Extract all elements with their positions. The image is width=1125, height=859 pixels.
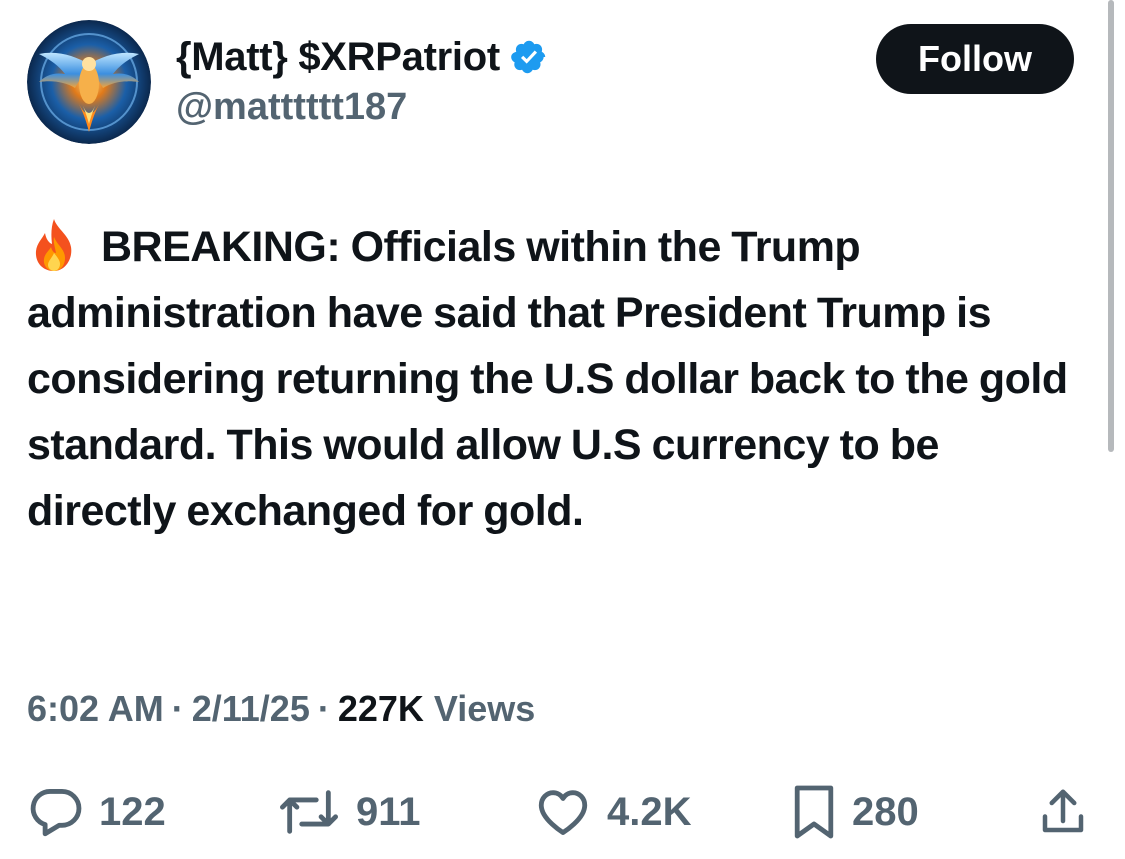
- tweet-meta: 6:02 AM · 2/11/25 · 227K Views: [27, 688, 535, 730]
- scrollbar[interactable]: [1108, 0, 1114, 452]
- fire-icon: [35, 219, 72, 271]
- reply-icon: [30, 789, 82, 837]
- tweet-time[interactable]: 6:02 AM: [27, 688, 164, 729]
- views-label: Views: [433, 688, 536, 729]
- tweet-view: {Matt} $XRPatriot @matttttt187 Follow BR…: [0, 0, 1125, 859]
- avatar[interactable]: [27, 20, 151, 144]
- author-name-row: {Matt} $XRPatriot: [176, 34, 548, 80]
- repost-icon: [279, 790, 338, 834]
- repost-count: 911: [356, 789, 421, 834]
- reply-button[interactable]: 122: [27, 780, 166, 844]
- heart-icon: [538, 790, 588, 835]
- tweet-text: BREAKING: Officials within the Trump adm…: [27, 214, 1087, 544]
- verified-badge-icon[interactable]: [510, 38, 548, 76]
- tweet-text-content: BREAKING: Officials within the Trump adm…: [27, 223, 1068, 535]
- bookmark-icon: [794, 785, 834, 839]
- share-icon: [1042, 789, 1084, 833]
- tweet-date[interactable]: 2/11/25: [192, 688, 310, 729]
- meta-separator: ·: [317, 688, 330, 729]
- meta-separator: ·: [171, 688, 184, 729]
- repost-button[interactable]: 911: [276, 780, 421, 844]
- like-count: 4.2K: [607, 789, 692, 834]
- bookmark-count: 280: [852, 789, 919, 834]
- bookmark-button[interactable]: 280: [790, 780, 919, 844]
- share-button[interactable]: [1036, 780, 1090, 844]
- follow-button[interactable]: Follow: [876, 24, 1074, 94]
- reply-count: 122: [99, 789, 166, 834]
- author-handle[interactable]: @matttttt187: [176, 86, 407, 129]
- tweet-actions: 122 911 4.2K 280: [0, 780, 1125, 844]
- phoenix-avatar-icon: [27, 20, 151, 144]
- views-count: 227K: [337, 688, 424, 729]
- author-display-name[interactable]: {Matt} $XRPatriot: [176, 35, 500, 80]
- like-button[interactable]: 4.2K: [533, 780, 692, 844]
